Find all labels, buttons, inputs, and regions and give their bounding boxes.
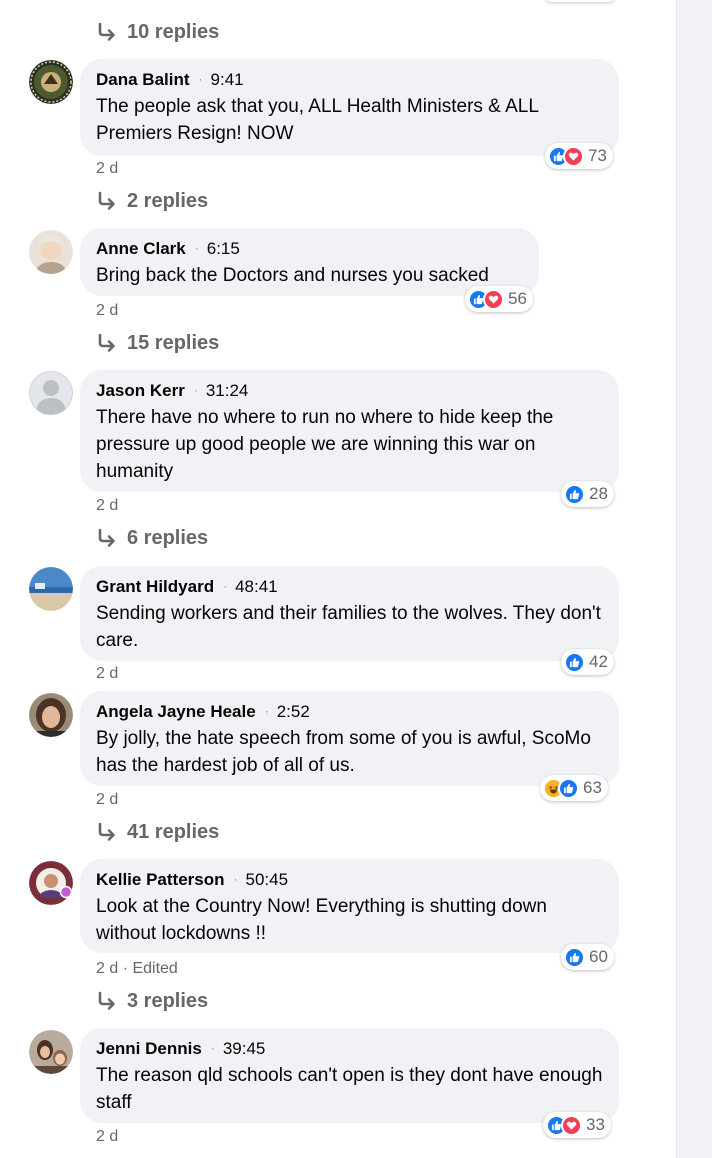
like-icon bbox=[564, 946, 585, 968]
reaction-count: 63 bbox=[583, 778, 602, 797]
reaction-count: 56 bbox=[508, 289, 527, 308]
reply-arrow-icon bbox=[98, 991, 115, 1010]
replies-count-label: 2 replies bbox=[127, 189, 209, 212]
view-replies-link[interactable]: 2 replies bbox=[96, 188, 208, 214]
view-replies-link[interactable]: 15 replies bbox=[96, 330, 219, 356]
replies-count-label: 15 replies bbox=[127, 331, 220, 354]
reaction-count: 28 bbox=[589, 484, 608, 503]
reaction-pill-partial[interactable] bbox=[545, 0, 615, 2]
comment-age[interactable]: 2 d bbox=[96, 497, 118, 515]
comment-bubble: Jenni Dennis · 39:45 The reason qld scho… bbox=[80, 1028, 619, 1123]
view-replies-link[interactable]: 41 replies bbox=[96, 819, 219, 845]
comment-thread: 10 replies Dana Balint · 9:41 The people… bbox=[0, 0, 676, 1158]
reply-arrow-icon bbox=[98, 333, 115, 352]
comment-age[interactable]: 2 d bbox=[96, 160, 118, 178]
author-name[interactable]: Kellie Patterson bbox=[96, 870, 225, 890]
timestamp-link[interactable]: 39:45 bbox=[223, 1039, 266, 1059]
comment-bubble: Angela Jayne Heale · 2:52 By jolly, the … bbox=[80, 691, 619, 786]
comment-bubble: Anne Clark · 6:15 Bring back the Doctors… bbox=[80, 228, 539, 296]
avatar[interactable] bbox=[29, 693, 73, 737]
author-name[interactable]: Dana Balint bbox=[96, 70, 190, 90]
avatar[interactable] bbox=[29, 230, 73, 274]
reply-arrow-icon bbox=[98, 191, 115, 210]
like-icon bbox=[564, 651, 585, 673]
comment-age[interactable]: 2 d bbox=[96, 665, 118, 683]
avatar[interactable] bbox=[29, 1030, 73, 1074]
like-icon bbox=[558, 777, 579, 799]
reaction-summary[interactable]: 56 bbox=[465, 286, 533, 312]
love-icon bbox=[563, 145, 584, 167]
love-icon bbox=[561, 1114, 582, 1136]
comment-text: Sending workers and their families to th… bbox=[96, 603, 601, 651]
comment-bubble: Jason Kerr · 31:24 There have no where t… bbox=[80, 370, 619, 492]
scroll-gutter bbox=[676, 0, 712, 1158]
timestamp-link[interactable]: 2:52 bbox=[277, 702, 310, 722]
comment-age[interactable]: 2 d bbox=[96, 302, 118, 320]
reaction-summary[interactable]: 60 bbox=[561, 944, 614, 970]
timestamp-link[interactable]: 48:41 bbox=[235, 577, 278, 597]
timestamp-link[interactable]: 9:41 bbox=[211, 70, 244, 90]
replies-count-label: 3 replies bbox=[127, 989, 209, 1012]
comment-text: By jolly, the hate speech from some of y… bbox=[96, 728, 591, 776]
reaction-count: 33 bbox=[586, 1115, 605, 1134]
comment-text: Bring back the Doctors and nurses you sa… bbox=[96, 265, 489, 286]
timestamp-link[interactable]: 50:45 bbox=[246, 870, 289, 890]
author-name[interactable]: Anne Clark bbox=[96, 239, 186, 259]
replies-count-label: 6 replies bbox=[127, 526, 209, 549]
comment-text: The people ask that you, ALL Health Mini… bbox=[96, 96, 539, 144]
replies-count-label: 10 replies bbox=[127, 20, 220, 43]
reaction-count: 60 bbox=[589, 947, 608, 966]
comment-bubble: Dana Balint · 9:41 The people ask that y… bbox=[80, 59, 619, 156]
replies-count-label: 41 replies bbox=[127, 820, 220, 843]
author-name[interactable]: Grant Hildyard bbox=[96, 577, 214, 597]
comment-text: Look at the Country Now! Everything is s… bbox=[96, 896, 547, 944]
reply-arrow-icon bbox=[98, 22, 115, 41]
love-icon bbox=[483, 288, 504, 310]
reaction-summary[interactable]: 33 bbox=[543, 1112, 611, 1138]
reaction-summary[interactable]: 63 bbox=[540, 775, 608, 801]
like-icon bbox=[564, 483, 585, 505]
comment-text: There have no where to run no where to h… bbox=[96, 407, 554, 482]
author-name[interactable]: Jason Kerr bbox=[96, 381, 185, 401]
view-replies-link[interactable]: 10 replies bbox=[96, 19, 219, 45]
comment-age[interactable]: 2 d bbox=[96, 1128, 118, 1146]
reaction-summary[interactable]: 73 bbox=[545, 143, 613, 169]
comment-bubble: Grant Hildyard · 48:41 Sending workers a… bbox=[80, 566, 619, 661]
timestamp-link[interactable]: 31:24 bbox=[206, 381, 249, 401]
comment-age[interactable]: 2 d bbox=[96, 791, 118, 809]
avatar[interactable] bbox=[29, 60, 73, 104]
view-replies-link[interactable]: 6 replies bbox=[96, 525, 208, 551]
author-name[interactable]: Angela Jayne Heale bbox=[96, 702, 256, 722]
avatar[interactable] bbox=[29, 861, 73, 905]
comment-bubble: Kellie Patterson · 50:45 Look at the Cou… bbox=[80, 859, 619, 953]
avatar[interactable] bbox=[29, 371, 73, 415]
reaction-count: 42 bbox=[589, 652, 608, 671]
reply-arrow-icon bbox=[98, 528, 115, 547]
view-replies-link[interactable]: 3 replies bbox=[96, 988, 208, 1014]
reaction-summary[interactable]: 42 bbox=[561, 649, 614, 675]
comment-age[interactable]: 2 d · Edited bbox=[96, 960, 178, 978]
reply-arrow-icon bbox=[98, 822, 115, 841]
reaction-summary[interactable]: 28 bbox=[561, 481, 614, 507]
author-name[interactable]: Jenni Dennis bbox=[96, 1039, 202, 1059]
avatar[interactable] bbox=[29, 567, 73, 611]
reaction-count: 73 bbox=[588, 146, 607, 165]
comment-text: The reason qld schools can't open is the… bbox=[96, 1065, 603, 1113]
timestamp-link[interactable]: 6:15 bbox=[207, 239, 240, 259]
